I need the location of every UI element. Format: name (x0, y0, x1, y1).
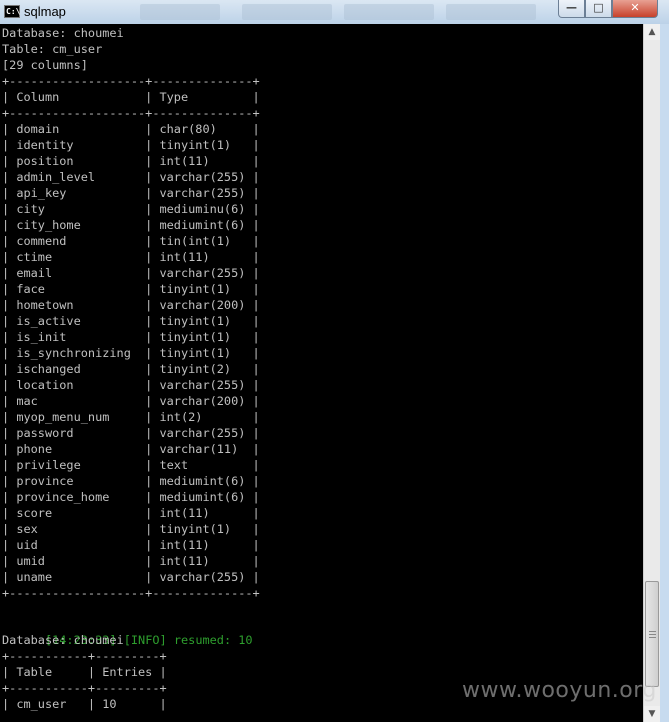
console-line: | privilege | text | (2, 458, 260, 472)
background-window-ghost (140, 4, 220, 20)
console-line: | ischanged | tinyint(2) | (2, 362, 260, 376)
console-line: | position | int(11) | (2, 154, 260, 168)
console-line: Table: cm_user (2, 42, 103, 56)
background-window-ghost (446, 4, 536, 20)
console-line: | identity | tinyint(1) | (2, 138, 260, 152)
console-line: | sex | tinyint(1) | (2, 522, 260, 536)
table-border-line: +-----------+---------+ (2, 649, 167, 663)
console-line: | uid | int(11) | (2, 538, 260, 552)
scrollbar-thumb[interactable] (645, 581, 659, 687)
console-line: Database: choumei (2, 26, 124, 40)
console-line: | location | varchar(255) | (2, 378, 260, 392)
console-line: Database: choumei (2, 633, 124, 647)
console-line: | admin_level | varchar(255) | (2, 170, 260, 184)
console-line: | province_home | mediumint(6) | (2, 490, 260, 504)
console-line: | email | varchar(255) | (2, 266, 260, 280)
scroll-up-arrow-icon[interactable]: ▲ (644, 24, 660, 40)
window-border (660, 24, 669, 722)
console-line: | is_active | tinyint(1) | (2, 314, 260, 328)
console-line: | commend | tin(int(1) | (2, 234, 260, 248)
background-window-ghost (344, 4, 434, 20)
console-line: | hometown | varchar(200) | (2, 298, 260, 312)
log-message: resumed: 10 (173, 633, 253, 647)
info-log-line: [14:23:33] [INFO] resumed: 10 (2, 616, 253, 647)
console-line: | score | int(11) | (2, 506, 260, 520)
scroll-down-arrow-icon[interactable]: ▼ (644, 706, 660, 722)
console-line: [29 columns] (2, 58, 88, 72)
console-line: | is_init | tinyint(1) | (2, 330, 260, 344)
console-line: +-------------------+--------------+ (2, 74, 260, 88)
console-line: | city_home | mediumint(6) | (2, 218, 260, 232)
background-window-ghost (242, 4, 332, 20)
console-line: | province | mediumint(6) | (2, 474, 260, 488)
console-output[interactable]: [14:23:33] [INFO] resumed: 10 +---------… (0, 24, 643, 722)
console-app-icon[interactable]: C:\ (4, 5, 20, 18)
close-button[interactable]: ✕ (612, 0, 658, 18)
console-line: | Table | Entries | (2, 665, 167, 679)
console-line: +-------------------+--------------+ (2, 106, 260, 120)
console-line: | is_synchronizing | tinyint(1) | (2, 346, 260, 360)
title-bar[interactable]: C:\ sqlmap — □ ✕ (0, 0, 669, 25)
log-level: [INFO] (123, 633, 167, 647)
console-line: +-------------------+--------------+ (2, 586, 260, 600)
console-line: | phone | varchar(11) | (2, 442, 260, 456)
console-line: | myop_menu_num | int(2) | (2, 410, 260, 424)
console-line: | password | varchar(255) | (2, 426, 260, 440)
grip-line (649, 631, 656, 632)
console-line: | api_key | varchar(255) | (2, 186, 260, 200)
console-window: C:\ sqlmap — □ ✕ [14:23:33] [INFO] resum… (0, 0, 669, 722)
console-line: | domain | char(80) | (2, 122, 260, 136)
watermark: www.wooyun.org (462, 678, 657, 703)
window-title: sqlmap (24, 4, 66, 19)
console-line: | umid | int(11) | (2, 554, 260, 568)
console-line: +-----------+---------+ (2, 681, 167, 695)
console-line: | city | mediuminu(6) | (2, 202, 260, 216)
console-line: | mac | varchar(200) | (2, 394, 260, 408)
grip-line (649, 637, 656, 638)
console-line: | face | tinyint(1) | (2, 282, 260, 296)
maximize-button[interactable]: □ (585, 0, 612, 18)
minimize-button[interactable]: — (558, 0, 585, 18)
console-line: | ctime | int(11) | (2, 250, 260, 264)
grip-line (649, 634, 656, 635)
console-line: | Column | Type | (2, 90, 260, 104)
console-line: | cm_user | 10 | (2, 697, 167, 711)
console-line: | uname | varchar(255) | (2, 570, 260, 584)
vertical-scrollbar[interactable]: ▲ ▼ (643, 24, 660, 722)
